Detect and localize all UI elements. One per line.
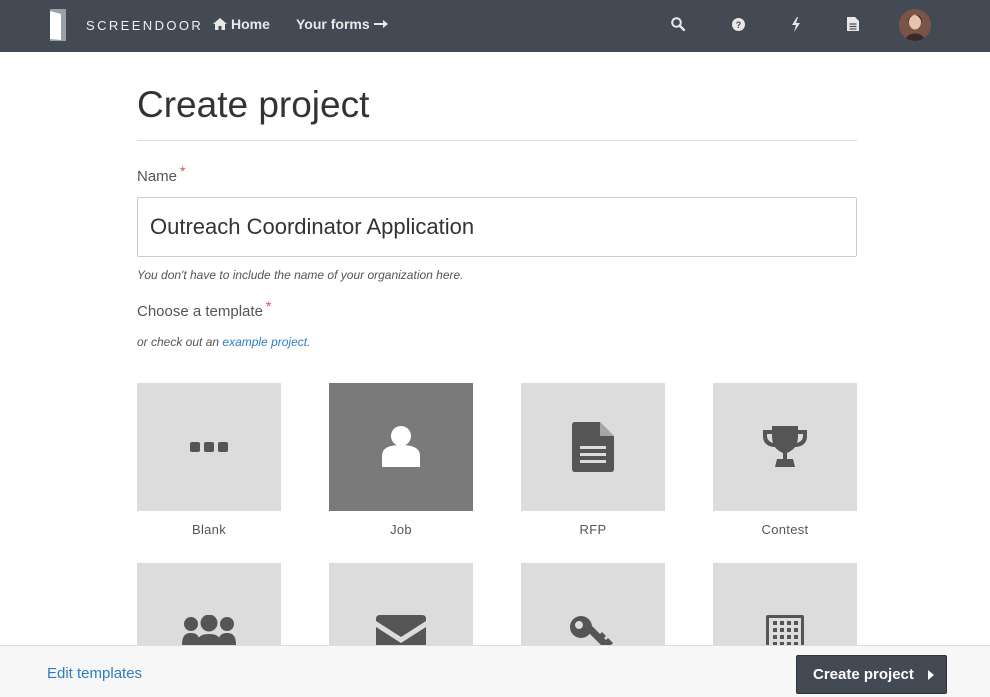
trophy-icon: [763, 426, 807, 467]
required-mark: *: [180, 163, 186, 179]
ellipsis-icon: [190, 442, 228, 452]
brand-name: SCREENDOOR: [86, 17, 204, 33]
name-label: Name *: [137, 163, 185, 185]
user-avatar[interactable]: [899, 9, 931, 41]
nav-home-label: Home: [231, 16, 270, 32]
brand-link[interactable]: SCREENDOOR: [48, 8, 203, 42]
caret-right-icon: [927, 669, 934, 680]
template-hint-prefix: or check out an: [137, 335, 223, 349]
template-label: Choose a template *: [137, 298, 271, 320]
user-icon: [382, 426, 420, 467]
project-name-input[interactable]: [137, 197, 857, 257]
arrow-right-icon: [373, 20, 388, 28]
nav-your-forms-link[interactable]: Your forms: [296, 16, 392, 32]
template-label-contest: Contest: [761, 522, 809, 537]
top-navbar: SCREENDOOR Home Your forms ?: [0, 0, 990, 52]
door-logo-icon: [48, 9, 68, 41]
template-hint: or check out an example project.: [137, 335, 310, 349]
template-label-job: Job: [390, 522, 412, 537]
name-label-text: Name: [137, 168, 178, 185]
example-project-link[interactable]: example project: [222, 335, 307, 349]
template-label-rfp: RFP: [579, 522, 607, 537]
template-hint-suffix: .: [307, 335, 311, 349]
bolt-icon[interactable]: [786, 14, 806, 34]
nav-forms-label: Your forms: [296, 16, 370, 32]
page-title: Create project: [137, 84, 370, 125]
required-mark: *: [265, 298, 272, 314]
name-hint: You don't have to include the name of yo…: [137, 268, 464, 282]
template-label-blank: Blank: [191, 522, 227, 537]
template-tile-contest[interactable]: [713, 383, 857, 511]
template-label-text: Choose a template: [137, 303, 263, 320]
template-tile-job[interactable]: [329, 383, 473, 511]
home-icon: [213, 18, 227, 30]
footer-bar: Edit templates Create project: [0, 645, 990, 697]
title-divider: [137, 140, 857, 141]
template-tile-blank[interactable]: [137, 383, 281, 511]
svg-text:?: ?: [735, 20, 741, 30]
template-tile-rfp[interactable]: [521, 383, 665, 511]
document-icon: [572, 422, 614, 472]
help-icon[interactable]: ?: [728, 14, 748, 34]
edit-templates-link[interactable]: Edit templates: [47, 665, 142, 682]
nav-home-link[interactable]: Home: [213, 16, 270, 32]
document-icon[interactable]: [843, 14, 863, 34]
search-icon[interactable]: [668, 14, 688, 34]
create-project-button[interactable]: Create project: [796, 655, 947, 694]
create-project-label: Create project: [813, 666, 914, 683]
